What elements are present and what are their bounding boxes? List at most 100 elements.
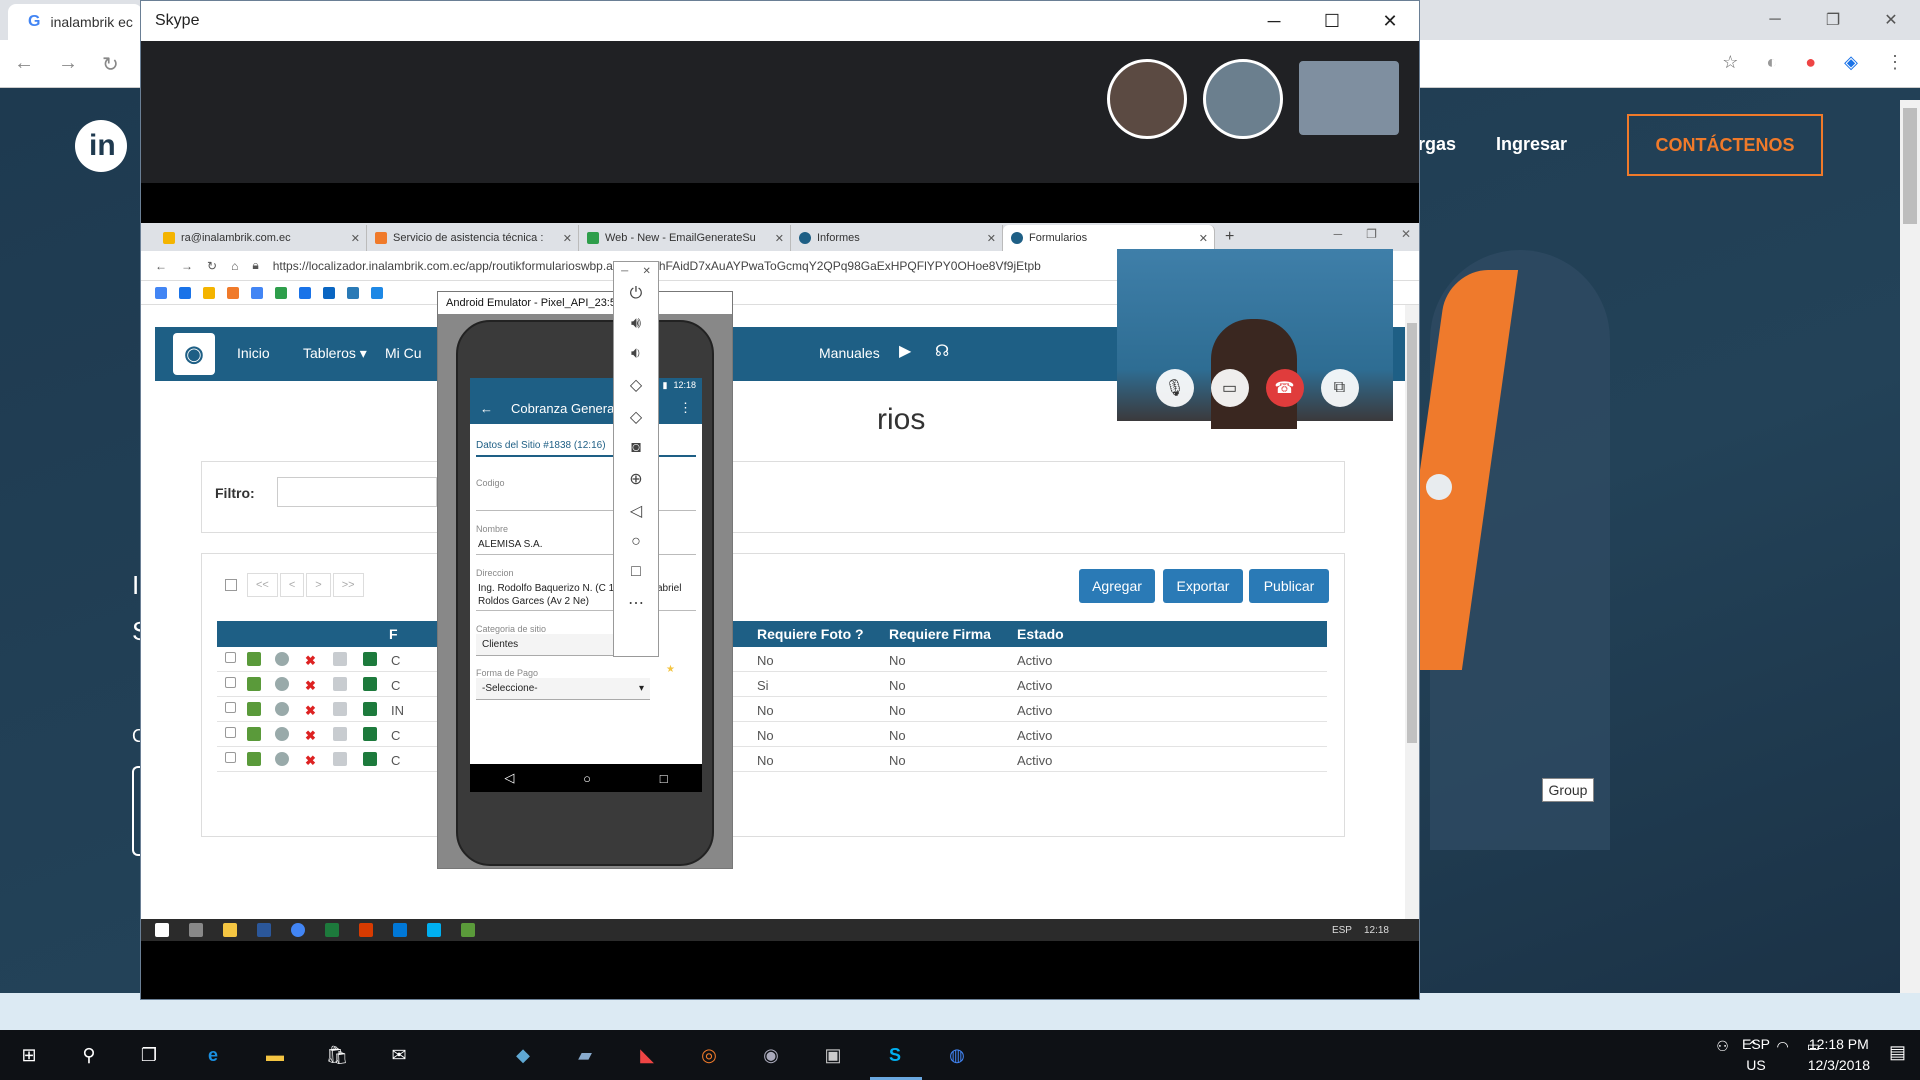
camera-icon[interactable]: ◙ xyxy=(631,439,641,457)
zoom-icon[interactable]: ⊕ xyxy=(629,469,642,489)
home-icon[interactable]: ⌂ xyxy=(231,259,238,273)
word-icon[interactable] xyxy=(257,923,271,937)
nav-manuales[interactable]: Manuales xyxy=(819,345,880,361)
edit-icon[interactable] xyxy=(247,752,261,766)
forma-pago-select[interactable]: -Seleccione- ▾ xyxy=(476,678,650,700)
bookmark-icon[interactable] xyxy=(251,286,263,299)
nav-inicio[interactable]: Inicio xyxy=(237,345,270,361)
forward-icon[interactable]: → xyxy=(181,259,193,273)
star-icon[interactable]: ☆ xyxy=(1722,52,1738,73)
site-logo-icon[interactable]: in xyxy=(75,120,127,172)
row-checkbox[interactable] xyxy=(225,727,236,738)
video-camera-icon[interactable]: ▭ xyxy=(1210,369,1249,407)
exportar-button[interactable]: Exportar xyxy=(1163,569,1243,603)
pager-prev[interactable]: < xyxy=(279,573,305,597)
gear-icon[interactable] xyxy=(275,677,289,691)
new-tab-icon[interactable]: + xyxy=(1225,228,1234,246)
close-button[interactable]: ✕ xyxy=(1862,0,1920,40)
background-tab[interactable]: G inalambrik ec xyxy=(8,4,142,40)
power-icon[interactable]: ⏻ xyxy=(630,285,643,303)
edge-icon[interactable]: e xyxy=(196,1038,230,1072)
network-icon[interactable]: ◠ xyxy=(1777,1038,1789,1055)
home-icon[interactable]: ○ xyxy=(631,533,641,551)
people-icon[interactable]: ⚇ xyxy=(1716,1038,1729,1055)
minimize-button[interactable]: ─ xyxy=(1746,0,1804,40)
volume-up-icon[interactable]: 🔊︎ xyxy=(631,315,641,333)
column-header[interactable]: Requiere Firma xyxy=(889,626,991,642)
pager-last[interactable]: >> xyxy=(332,573,364,597)
app-icon[interactable]: ▰ xyxy=(568,1038,602,1072)
skype-icon[interactable] xyxy=(427,923,441,937)
store-icon[interactable]: 🛍︎ xyxy=(320,1038,354,1072)
headset-icon[interactable]: ☊ xyxy=(935,341,949,361)
inner-scrollbar-thumb[interactable] xyxy=(1407,323,1417,743)
site-nav-ingresar[interactable]: Ingresar xyxy=(1496,134,1567,155)
lock-icon[interactable]: ◉ xyxy=(754,1038,788,1072)
rotate-left-icon[interactable]: ◇ xyxy=(630,375,642,395)
excel-icon[interactable] xyxy=(363,752,377,766)
participant-video-thumbnail[interactable] xyxy=(1299,61,1399,135)
image-icon[interactable] xyxy=(333,752,347,766)
bookmark-icon[interactable] xyxy=(347,286,359,299)
row-checkbox[interactable] xyxy=(225,652,236,663)
bookmark-icon[interactable] xyxy=(299,286,311,299)
inner-tab[interactable]: Informes ✕ xyxy=(791,225,1003,251)
inner-restore-button[interactable]: ❐ xyxy=(1366,227,1377,241)
bookmark-icon[interactable] xyxy=(227,286,239,299)
skype-icon[interactable]: S xyxy=(878,1038,912,1072)
app-icon[interactable] xyxy=(359,923,373,937)
task-view-icon[interactable]: ❐ xyxy=(132,1038,166,1072)
bookmark-icon[interactable] xyxy=(155,286,167,299)
emulator-minimize-icon[interactable]: ─ xyxy=(621,266,628,277)
filter-input[interactable] xyxy=(277,477,437,507)
reload-icon[interactable]: ↻ xyxy=(102,52,119,77)
inner-tab[interactable]: Web - New - EmailGenerateSu ✕ xyxy=(579,225,791,251)
image-icon[interactable] xyxy=(333,702,347,716)
site-nav-item-partial[interactable]: rgas xyxy=(1418,134,1456,155)
bookmark-icon[interactable] xyxy=(275,286,287,299)
extension-red-icon[interactable]: ● xyxy=(1805,52,1816,73)
restore-button[interactable]: ❐ xyxy=(1804,0,1862,40)
excel-icon[interactable] xyxy=(363,652,377,666)
row-checkbox[interactable] xyxy=(225,702,236,713)
row-checkbox[interactable] xyxy=(225,752,236,763)
edit-icon[interactable] xyxy=(247,702,261,716)
close-icon[interactable]: ✕ xyxy=(1199,232,1208,245)
bookmark-icon[interactable] xyxy=(323,286,335,299)
row-checkbox[interactable] xyxy=(225,677,236,688)
excel-icon[interactable] xyxy=(363,677,377,691)
close-icon[interactable]: ✕ xyxy=(351,232,360,245)
back-icon[interactable]: ← xyxy=(14,52,34,77)
reload-icon[interactable]: ↻ xyxy=(207,259,217,273)
bookmark-icon[interactable] xyxy=(179,286,191,299)
skype-minimize-button[interactable]: ─ xyxy=(1245,1,1303,41)
app-icon[interactable]: ▣ xyxy=(816,1038,850,1072)
close-icon[interactable]: ✕ xyxy=(987,232,996,245)
inner-minimize-button[interactable]: ─ xyxy=(1334,227,1343,241)
excel-icon[interactable] xyxy=(363,727,377,741)
back-icon[interactable]: ◁ xyxy=(630,501,642,521)
android-icon[interactable] xyxy=(461,923,475,937)
inner-tab[interactable]: Servicio de asistencia técnica : ✕ xyxy=(367,225,579,251)
agregar-button[interactable]: Agregar xyxy=(1079,569,1155,603)
search-icon[interactable] xyxy=(189,923,203,937)
windows-start-icon[interactable]: ⊞ xyxy=(12,1038,46,1072)
select-all-checkbox[interactable] xyxy=(225,579,237,591)
end-call-icon[interactable]: ☎︎ xyxy=(1265,369,1304,407)
self-video-preview[interactable]: 🎙︎ ▭ ☎︎ ⧉ xyxy=(1117,249,1393,429)
gear-icon[interactable] xyxy=(275,752,289,766)
folder-icon[interactable] xyxy=(223,923,237,937)
participant-avatar[interactable] xyxy=(1107,59,1187,139)
screen-share-icon[interactable]: ⧉ xyxy=(1320,369,1359,407)
notification-icon[interactable]: ▤ xyxy=(1889,1042,1906,1063)
back-icon[interactable]: ← xyxy=(155,259,167,273)
volume-down-icon[interactable]: 🔉︎ xyxy=(631,345,641,363)
forward-icon[interactable]: → xyxy=(58,52,78,77)
edit-icon[interactable] xyxy=(247,652,261,666)
excel-icon[interactable] xyxy=(363,702,377,716)
overview-icon[interactable]: □ xyxy=(631,563,641,581)
excel-icon[interactable] xyxy=(325,923,339,937)
delete-icon[interactable]: ✖ xyxy=(305,678,316,694)
skype-close-button[interactable]: ✕ xyxy=(1361,1,1419,41)
nav-back-icon[interactable]: ◁ xyxy=(504,770,514,786)
